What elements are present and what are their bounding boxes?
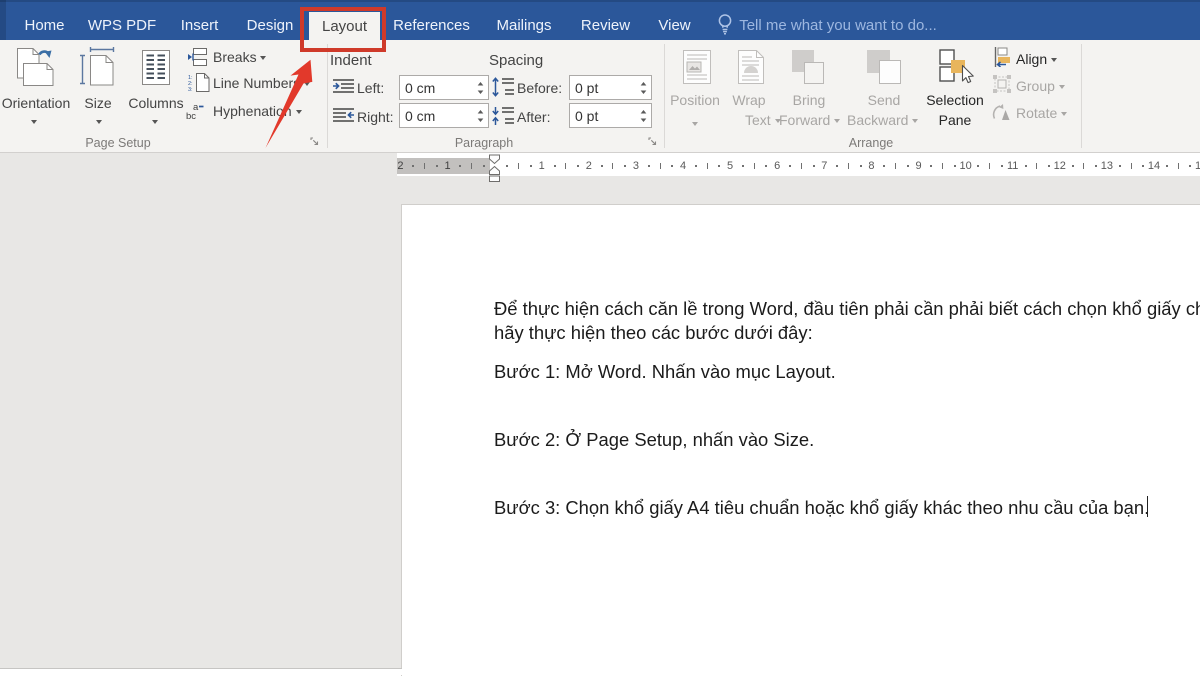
svg-text:bc: bc xyxy=(186,111,196,120)
svg-text:3:: 3: xyxy=(188,87,193,92)
